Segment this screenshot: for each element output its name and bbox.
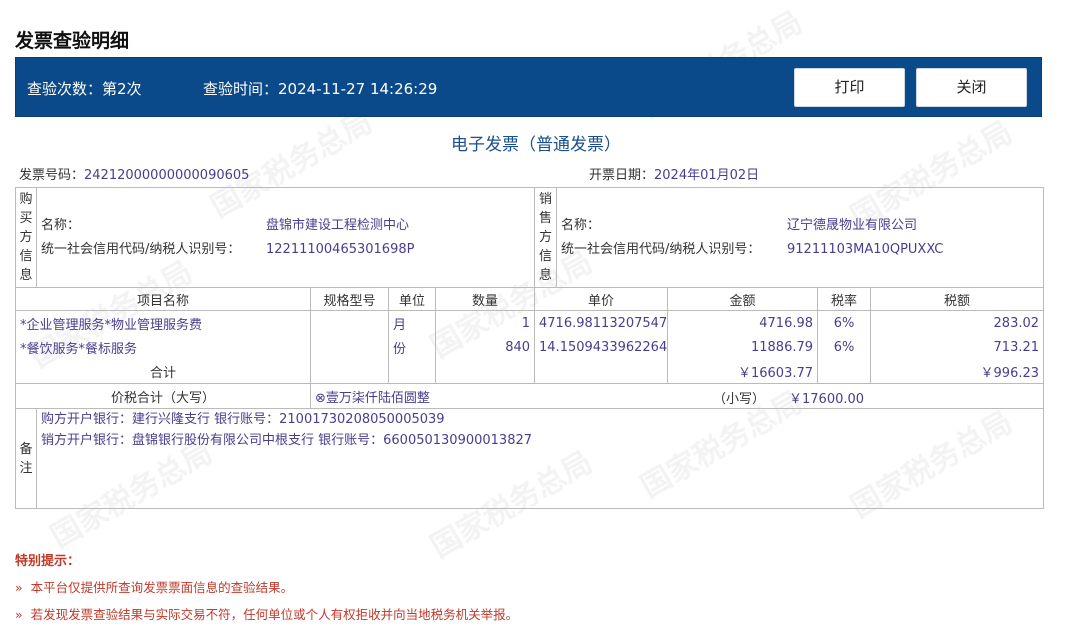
invoice-number: 发票号码：24212000000000090605 (19, 164, 249, 183)
buyer-tax-id: 12211100465301698P (266, 241, 415, 257)
col-header-rate: 税率 (817, 287, 872, 311)
tips-title: 特别提示： (15, 554, 81, 569)
col-header-unit: 单位 (388, 287, 436, 311)
col-header-name: 项目名称 (15, 287, 311, 311)
item-amount: 4716.98 (667, 310, 819, 335)
total-row: 价税合计（大写） ⊗壹万柒仟陆佰圆整 （小写） ￥17600.00 (15, 383, 1045, 409)
subtotal-label: 合计 (15, 359, 311, 384)
total-label: 价税合计（大写） (15, 383, 311, 409)
seller-tax-id: 91211103MA10QPUXXC (787, 241, 944, 257)
tip-item: » 本平台仅提供所查询发票票面信息的查验结果。 (15, 577, 518, 596)
total-upper: ⊗壹万柒仟陆佰圆整 (315, 390, 430, 406)
check-count: 查验次数：第2次 (27, 80, 142, 98)
item-unit: 份 (388, 335, 436, 359)
item-spec (310, 335, 389, 359)
notes-section-label: 备 注 (15, 408, 37, 509)
arrow-icon: » (15, 607, 23, 622)
notes-content: 购方开户银行：建行兴隆支行 银行账号：21001730208050005039 … (35, 408, 1045, 509)
subtotal-row: 合计 ￥16603.77 ￥996.23 (15, 359, 1045, 384)
col-header-amount: 金额 (667, 287, 819, 311)
item-unit: 月 (388, 310, 436, 335)
invoice-number-label: 发票号码： (19, 168, 85, 183)
col-header-price: 单价 (534, 287, 669, 311)
tip-text: 本平台仅提供所查询发票票面信息的查验结果。 (30, 580, 294, 595)
item-tax: 713.21 (870, 335, 1045, 359)
item-amount: 11886.79 (667, 335, 819, 359)
party-row: 购 买 方 信 息 名称： 盘锦市建设工程检测中心 统一社会信用代码/纳税人识别… (15, 187, 1045, 288)
invoice-table: 购 买 方 信 息 名称： 盘锦市建设工程检测中心 统一社会信用代码/纳税人识别… (15, 187, 1045, 509)
tips-section: 特别提示： » 本平台仅提供所查询发票票面信息的查验结果。 » 若发现发票查验结果与… (15, 550, 518, 631)
tip-item: » 若发现发票查验结果与实际交易不符，任何单位或个人有权拒收并向当地税务机关举报。 (15, 604, 518, 623)
invoice-date: 开票日期：2024年01月02日 (589, 164, 759, 183)
check-time: 查验时间：2024-11-27 14:26:29 (203, 80, 438, 98)
table-row: *企业管理服务*物业管理服务费 月 1 4716.98113207547 471… (15, 310, 1045, 335)
buyer-name-label: 名称： (41, 217, 81, 233)
seller-label-char: 方 (539, 230, 553, 245)
header-bar: 查验次数：第2次 查验时间：2024-11-27 14:26:29 打印 关闭 (15, 57, 1042, 117)
invoice-type-title: 电子发票（普通发票） (451, 135, 621, 155)
col-header-tax: 税额 (870, 287, 1045, 311)
invoice-number-value: 24212000000000090605 (84, 168, 250, 183)
item-spec (310, 310, 389, 335)
notes-label-char: 备 (19, 441, 33, 457)
item-price: 14.1509433962264 (534, 335, 669, 359)
seller-name-label: 名称： (561, 217, 601, 233)
seller-label-char: 售 (539, 211, 553, 226)
invoice-date-label: 开票日期： (589, 168, 655, 183)
item-name: *餐饮服务*餐标服务 (15, 335, 311, 359)
col-header-spec: 规格型号 (310, 287, 389, 311)
buyer-label-char: 息 (19, 268, 33, 283)
notes-row: 备 注 购方开户银行：建行兴隆支行 银行账号：21001730208050005… (15, 408, 1045, 509)
seller-tax-id-label: 统一社会信用代码/纳税人识别号： (561, 241, 761, 257)
item-rate: 6% (817, 310, 872, 335)
buyer-label-char: 信 (19, 249, 33, 264)
seller-bank-info: 销方开户银行：盘锦银行股份有限公司中根支行 银行账号：6600501309000… (41, 433, 533, 448)
seller-info-cell: 销 售 方 信 息 名称： 辽宁德晟物业有限公司 统一社会信用代码/纳税人识别号… (534, 187, 1045, 288)
close-button[interactable]: 关闭 (916, 68, 1027, 107)
buyer-label-char: 购 (19, 192, 33, 207)
arrow-icon: » (15, 580, 23, 595)
seller-label-char: 销 (539, 192, 553, 207)
table-row: *餐饮服务*餐标服务 份 840 14.1509433962264 11886.… (15, 335, 1045, 359)
notes-label-char: 注 (19, 460, 33, 476)
subtotal-amount: ￥16603.77 (667, 359, 819, 384)
total-small: ￥17600.00 (789, 392, 865, 407)
buyer-label-char: 方 (19, 230, 33, 245)
items-header-row: 项目名称 规格型号 单位 数量 单价 金额 税率 税额 (15, 287, 1045, 311)
invoice-date-value: 2024年01月02日 (654, 168, 760, 183)
total-values: ⊗壹万柒仟陆佰圆整 （小写） ￥17600.00 (309, 383, 1045, 409)
seller-label-char: 信 (539, 249, 553, 264)
item-tax: 283.02 (870, 310, 1045, 335)
buyer-bank-info: 购方开户银行：建行兴隆支行 银行账号：21001730208050005039 (41, 412, 445, 427)
item-price: 4716.98113207547 (534, 310, 669, 335)
total-small-label: （小写） (713, 392, 766, 407)
buyer-section-label: 购 买 方 信 息 (15, 187, 37, 288)
buyer-name: 盘锦市建设工程检测中心 (266, 217, 410, 233)
item-rate: 6% (817, 335, 872, 359)
item-qty: 1 (434, 310, 536, 335)
seller-label-char: 息 (539, 268, 553, 283)
item-qty: 840 (434, 335, 536, 359)
tip-text: 若发现发票查验结果与实际交易不符，任何单位或个人有权拒收并向当地税务机关举报。 (30, 607, 519, 622)
item-name: *企业管理服务*物业管理服务费 (15, 310, 311, 335)
page-title: 发票查验明细 (15, 30, 130, 52)
buyer-label-char: 买 (19, 211, 33, 226)
seller-section-label: 销 售 方 信 息 (536, 188, 558, 287)
buyer-info: 名称： 盘锦市建设工程检测中心 统一社会信用代码/纳税人识别号： 1221110… (35, 187, 536, 288)
buyer-tax-id-label: 统一社会信用代码/纳税人识别号： (41, 241, 241, 257)
subtotal-tax: ￥996.23 (870, 359, 1045, 384)
seller-info: 名称： 辽宁德晟物业有限公司 统一社会信用代码/纳税人识别号： 91211103… (557, 189, 1043, 287)
print-button[interactable]: 打印 (794, 68, 905, 107)
seller-name: 辽宁德晟物业有限公司 (787, 217, 918, 233)
col-header-qty: 数量 (434, 287, 536, 311)
